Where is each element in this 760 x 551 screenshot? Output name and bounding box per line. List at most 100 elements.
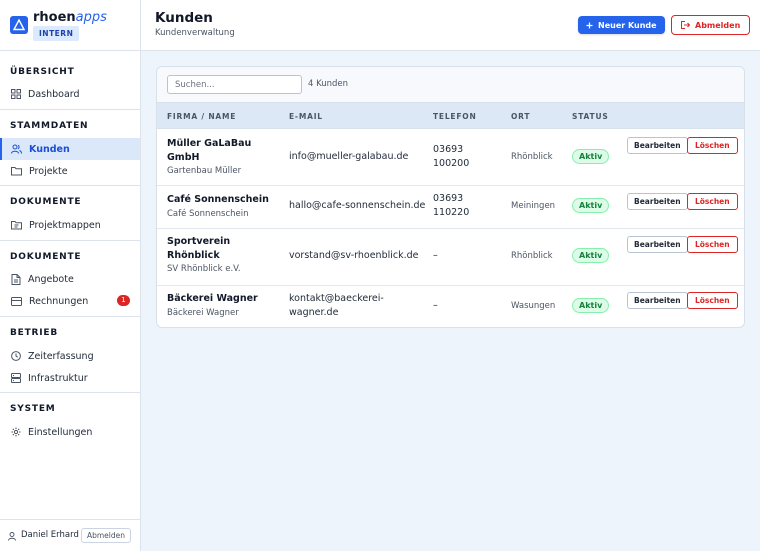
clock-icon (11, 351, 21, 361)
table-header: FIRMA / NAME E-MAIL TELEFON ORT STATUS (157, 102, 744, 129)
edit-button[interactable]: Bearbeiten (627, 193, 688, 210)
customer-table-card: 4 Kunden FIRMA / NAME E-MAIL TELEFON ORT… (156, 66, 745, 328)
gear-icon (11, 427, 21, 437)
customer-contact: Gartenbau Müller (167, 166, 242, 176)
sidebar-item-projektmappen[interactable]: Projektmappen (0, 214, 140, 236)
sidebar-item-label: Dashboard (28, 88, 80, 100)
nav-section-title: SYSTEM (10, 404, 56, 414)
sidebar-item-label: Einstellungen (28, 426, 93, 438)
customer-phone: – (433, 300, 438, 311)
customer-city: Meiningen (511, 201, 556, 211)
sidebar-item-rechnungen[interactable]: Rechnungen 1 (0, 290, 140, 312)
customer-phone: 03693 110220 (433, 193, 470, 218)
table-row[interactable]: Bäckerei Wagner Bäckerei Wagner kontakt@… (157, 286, 744, 327)
table-row[interactable]: Müller GaLaBau GmbH Gartenbau Müller info… (157, 129, 744, 186)
column-header-status[interactable]: STATUS (572, 112, 609, 121)
nav-section-title: ÜBERSICHT (10, 67, 75, 77)
brand-badge: INTERN (33, 26, 80, 41)
delete-button[interactable]: Löschen (687, 193, 738, 210)
customer-phone: 03693 100200 (433, 144, 470, 169)
notification-badge: 1 (117, 295, 130, 306)
document-icon (11, 273, 21, 285)
sidebar-logout-button[interactable]: Abmelden (80, 528, 131, 543)
nav-section-betrieb: BETRIEB Zeiterfassung Infrastruktur (0, 316, 140, 392)
table-row[interactable]: Sportverein Rhönblick SV Rhönblick e.V. v… (157, 229, 744, 286)
nav-section-system: SYSTEM Einstellungen (0, 392, 140, 519)
new-customer-button[interactable]: Neuer Kunde (578, 16, 665, 34)
folder-file-icon (11, 221, 22, 230)
customer-name: Sportverein Rhönblick (167, 236, 231, 261)
sidebar-item-kunden[interactable]: Kunden (0, 138, 140, 160)
logout-button[interactable]: Abmelden (671, 15, 751, 35)
sidebar-item-infrastruktur[interactable]: Infrastruktur (0, 367, 140, 389)
customer-email: vorstand@sv-rhoenblick.de (289, 250, 419, 261)
customer-city: Rhönblick (511, 152, 553, 162)
new-customer-label: Neuer Kunde (598, 20, 657, 30)
customer-city: Wasungen (511, 301, 556, 311)
status-badge: Aktiv (572, 198, 610, 213)
customer-name: Bäckerei Wagner (167, 293, 258, 304)
status-badge: Aktiv (572, 248, 610, 263)
delete-button[interactable]: Löschen (687, 137, 738, 154)
edit-button[interactable]: Bearbeiten (627, 292, 688, 309)
sidebar-item-angebote[interactable]: Angebote (0, 268, 140, 290)
page-subtitle: Kundenverwaltung (155, 28, 235, 38)
sidebar-item-label: Projektmappen (29, 219, 101, 231)
page-title: Kunden (155, 10, 213, 26)
users-icon (11, 144, 22, 154)
nav-section-title: STAMMDATEN (10, 121, 89, 131)
nav-section-title: BETRIEB (10, 328, 59, 338)
customer-count: 4 Kunden (308, 79, 349, 89)
sidebar-item-zeiterfassung[interactable]: Zeiterfassung (0, 345, 140, 367)
grid-icon (11, 89, 21, 99)
column-header-city[interactable]: ORT (511, 112, 530, 121)
delete-button[interactable]: Löschen (687, 236, 738, 253)
nav-section-stammdaten: STAMMDATEN Kunden Projekte (0, 109, 140, 185)
sidebar-item-label: Infrastruktur (28, 372, 88, 384)
plus-icon (586, 22, 593, 28)
column-header-phone[interactable]: TELEFON (433, 112, 477, 121)
edit-button[interactable]: Bearbeiten (627, 236, 688, 253)
nav-section-dokumente: DOKUMENTE Projektmappen (0, 185, 140, 240)
delete-button[interactable]: Löschen (687, 292, 738, 309)
sidebar-item-projekte[interactable]: Projekte (0, 160, 140, 182)
page-header: Kunden Kundenverwaltung Neuer Kunde Abme… (141, 0, 760, 51)
sidebar: rhoenapps INTERN ÜBERSICHT Dashboard STA… (0, 0, 141, 551)
customer-name: Café Sonnenschein (167, 194, 269, 205)
status-badge: Aktiv (572, 298, 610, 313)
user-icon (8, 532, 16, 541)
brand-name: rhoenapps (33, 10, 107, 25)
column-header-email[interactable]: E-MAIL (289, 112, 323, 121)
nav-section-uebersicht: ÜBERSICHT Dashboard (0, 50, 140, 109)
customer-city: Rhönblick (511, 251, 553, 261)
customer-name: Müller GaLaBau GmbH (167, 138, 252, 163)
customer-email: hallo@cafe-sonnenschein.de (289, 200, 426, 211)
sidebar-item-label: Kunden (29, 143, 70, 155)
column-header-name[interactable]: FIRMA / NAME (167, 112, 236, 121)
customer-contact: Bäckerei Wagner (167, 308, 239, 318)
sidebar-item-label: Angebote (28, 273, 74, 285)
customer-contact: SV Rhönblick e.V. (167, 264, 241, 274)
customer-email: kontakt@baeckerei-wagner.de (289, 293, 384, 318)
customer-email: info@mueller-galabau.de (289, 151, 409, 162)
sidebar-footer: Daniel Erhard Abmelden (0, 519, 140, 551)
table-row[interactable]: Café Sonnenschein Café Sonnenschein hall… (157, 186, 744, 229)
sidebar-item-einstellungen[interactable]: Einstellungen (0, 421, 140, 443)
logout-icon (681, 21, 690, 29)
customer-contact: Café Sonnenschein (167, 209, 249, 219)
nav-section-dokumente-2: DOKUMENTE Angebote Rechnungen 1 (0, 240, 140, 316)
status-badge: Aktiv (572, 149, 610, 164)
edit-button[interactable]: Bearbeiten (627, 137, 688, 154)
search-input[interactable] (167, 75, 302, 94)
logo-icon (10, 16, 28, 34)
user-name: Daniel Erhard (21, 530, 79, 540)
nav-section-title: DOKUMENTE (10, 197, 82, 207)
folder-icon (11, 167, 22, 176)
nav-section-title: DOKUMENTE (10, 252, 82, 262)
sidebar-item-dashboard[interactable]: Dashboard (0, 83, 140, 105)
sidebar-item-label: Projekte (29, 165, 68, 177)
server-icon (11, 373, 21, 383)
sidebar-item-label: Zeiterfassung (28, 350, 94, 362)
sidebar-item-label: Rechnungen (29, 295, 89, 307)
customer-phone: – (433, 250, 438, 261)
